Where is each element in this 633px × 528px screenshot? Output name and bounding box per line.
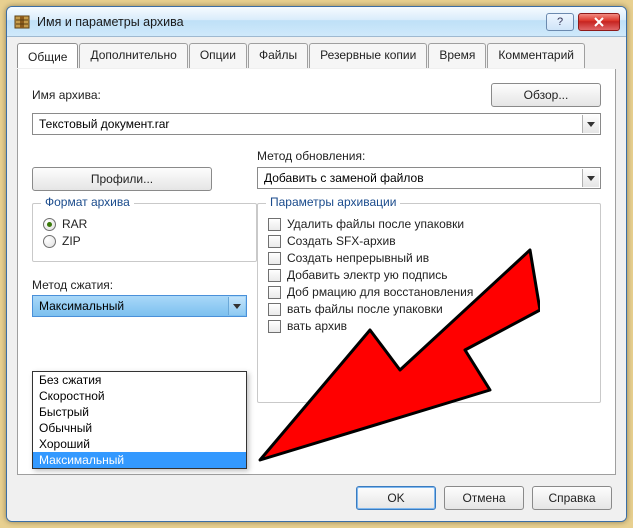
- tab-advanced[interactable]: Дополнительно: [79, 43, 187, 68]
- checkbox-icon: [268, 218, 281, 231]
- compression-option[interactable]: Быстрый: [33, 404, 246, 420]
- chevron-down-icon: [582, 115, 599, 133]
- param-recovery[interactable]: Доб рмацию для восстановления: [268, 285, 590, 299]
- radio-icon: [43, 235, 56, 248]
- window-title: Имя и параметры архива: [37, 15, 542, 29]
- tab-time[interactable]: Время: [428, 43, 486, 68]
- compression-option-selected[interactable]: Максимальный: [33, 452, 246, 468]
- params-legend: Параметры архивации: [266, 195, 400, 209]
- tab-page-general: Имя архива: Обзор... Текстовый документ.…: [17, 69, 616, 475]
- client-area: Общие Дополнительно Опции Файлы Резервны…: [7, 37, 626, 521]
- dialog-footer: OK Отмена Справка: [7, 475, 626, 521]
- compression-dropdown[interactable]: Без сжатия Скоростной Быстрый Обычный Хо…: [32, 371, 247, 469]
- format-groupbox: Формат архива RAR ZIP: [32, 203, 257, 262]
- compression-label: Метод сжатия:: [32, 278, 113, 292]
- tab-files[interactable]: Файлы: [248, 43, 308, 68]
- profiles-button[interactable]: Профили...: [32, 167, 212, 191]
- param-lock[interactable]: вать архив: [268, 319, 590, 333]
- tab-options[interactable]: Опции: [189, 43, 247, 68]
- format-zip-label: ZIP: [62, 234, 81, 248]
- format-legend: Формат архива: [41, 195, 134, 209]
- param-create-sfx[interactable]: Создать SFX-архив: [268, 234, 590, 248]
- browse-button[interactable]: Обзор...: [491, 83, 601, 107]
- chevron-down-icon: [582, 169, 599, 187]
- checkbox-icon: [268, 235, 281, 248]
- help-button[interactable]: Справка: [532, 486, 612, 510]
- param-test[interactable]: вать файлы после упаковки: [268, 302, 590, 316]
- titlebar: Имя и параметры архива ?: [7, 7, 626, 37]
- checkbox-icon: [268, 252, 281, 265]
- format-zip-radio[interactable]: ZIP: [43, 234, 246, 248]
- update-method-label: Метод обновления:: [257, 149, 365, 163]
- tab-strip: Общие Дополнительно Опции Файлы Резервны…: [7, 37, 626, 68]
- close-icon: [593, 16, 605, 28]
- cancel-button[interactable]: Отмена: [444, 486, 524, 510]
- format-rar-label: RAR: [62, 217, 87, 231]
- compression-combo[interactable]: Максимальный: [32, 295, 247, 317]
- compression-option[interactable]: Без сжатия: [33, 372, 246, 388]
- archive-name-value: Текстовый документ.rar: [39, 117, 169, 131]
- tab-comment[interactable]: Комментарий: [487, 43, 585, 68]
- compression-option[interactable]: Хороший: [33, 436, 246, 452]
- params-groupbox: Параметры архивации Удалить файлы после …: [257, 203, 601, 403]
- archive-name-label: Имя архива:: [32, 88, 101, 102]
- ok-button[interactable]: OK: [356, 486, 436, 510]
- archive-name-input[interactable]: Текстовый документ.rar: [32, 113, 601, 135]
- param-auth[interactable]: Добавить электр ую подпись: [268, 268, 590, 282]
- close-button[interactable]: [578, 13, 620, 31]
- chevron-down-icon: [228, 297, 245, 315]
- compression-option[interactable]: Обычный: [33, 420, 246, 436]
- tab-general[interactable]: Общие: [17, 43, 78, 68]
- dialog-window: Имя и параметры архива ? Общие Дополните…: [6, 6, 627, 522]
- checkbox-icon: [268, 286, 281, 299]
- checkbox-icon: [268, 303, 281, 316]
- app-icon: [13, 13, 31, 31]
- param-delete-after[interactable]: Удалить файлы после упаковки: [268, 217, 590, 231]
- format-rar-radio[interactable]: RAR: [43, 217, 246, 231]
- checkbox-icon: [268, 269, 281, 282]
- tab-backup[interactable]: Резервные копии: [309, 43, 427, 68]
- compression-value: Максимальный: [39, 299, 124, 313]
- checkbox-icon: [268, 320, 281, 333]
- radio-icon: [43, 218, 56, 231]
- param-solid[interactable]: Создать непрерывный ив: [268, 251, 590, 265]
- help-button-titlebar[interactable]: ?: [546, 13, 574, 31]
- update-method-value: Добавить с заменой файлов: [264, 171, 424, 185]
- update-method-combo[interactable]: Добавить с заменой файлов: [257, 167, 601, 189]
- compression-option[interactable]: Скоростной: [33, 388, 246, 404]
